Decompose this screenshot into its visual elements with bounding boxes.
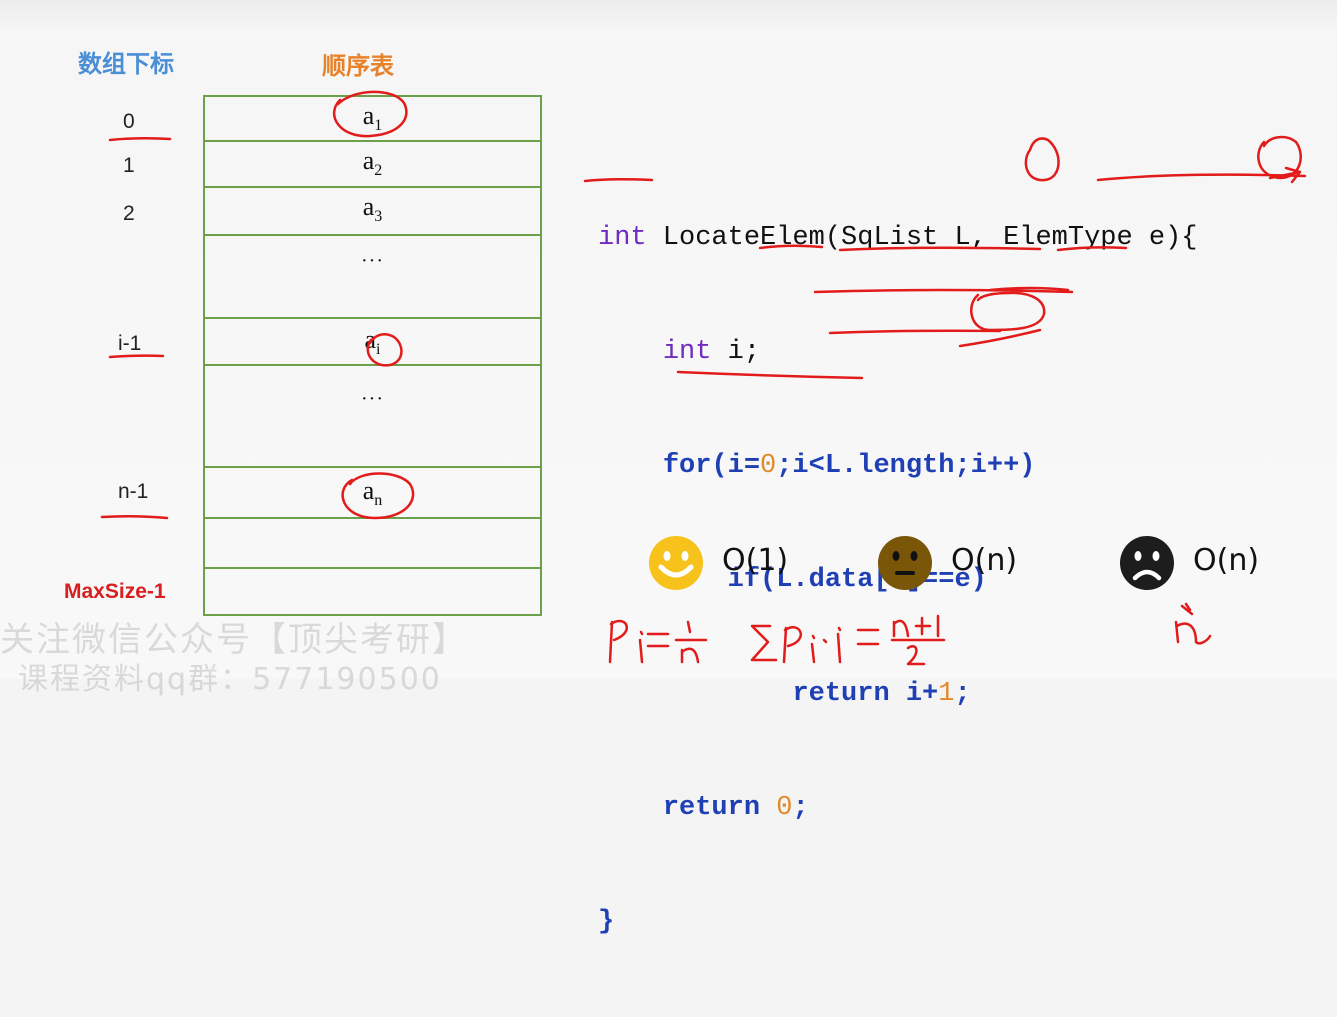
code-line: int LocateElem(SqList L, ElemType e){ bbox=[598, 223, 1198, 253]
table-row bbox=[203, 567, 542, 616]
table-row: ··· bbox=[203, 364, 542, 468]
code-line: return i+1; bbox=[792, 679, 971, 709]
table-row: ai bbox=[203, 317, 542, 366]
cell-value: ai bbox=[364, 325, 381, 359]
table-row: a3 bbox=[203, 186, 542, 236]
index-label: 0 bbox=[123, 110, 135, 133]
code-line: } bbox=[598, 907, 615, 937]
happy-face-icon bbox=[649, 536, 703, 590]
table-row bbox=[203, 517, 542, 569]
neutral-face-icon bbox=[878, 536, 932, 590]
ellipsis: ··· bbox=[361, 388, 384, 410]
table-row: a2 bbox=[203, 140, 542, 188]
index-label: 2 bbox=[123, 202, 135, 225]
code-line: int i; bbox=[662, 337, 761, 367]
index-label: i-1 bbox=[118, 332, 142, 355]
best-case-complexity: O(1) bbox=[722, 543, 789, 578]
ellipsis: ··· bbox=[361, 250, 384, 272]
cell-value: a2 bbox=[362, 146, 383, 180]
watermark-line: 课程资料qq群：577190500 bbox=[18, 662, 442, 697]
table-row: ··· bbox=[203, 234, 542, 319]
maxsize-label: MaxSize-1 bbox=[64, 580, 166, 603]
sequence-list-table: a1 a2 a3 ··· ai ··· an bbox=[203, 95, 546, 616]
worst-case-complexity: O(n) bbox=[1193, 543, 1260, 578]
code-line: for(i=0;i<L.length;i++) bbox=[662, 451, 1036, 481]
index-label: n-1 bbox=[118, 480, 149, 503]
code-line: return 0; bbox=[662, 793, 809, 823]
table-row: an bbox=[203, 466, 542, 519]
sad-face-icon bbox=[1120, 536, 1174, 590]
table-row: a1 bbox=[203, 95, 542, 142]
array-index-header: 数组下标 bbox=[78, 50, 174, 78]
index-label: 1 bbox=[123, 154, 135, 177]
cell-value: a3 bbox=[362, 192, 383, 226]
average-case-complexity: O(n) bbox=[951, 543, 1018, 578]
sequence-list-header: 顺序表 bbox=[322, 52, 394, 80]
cell-value: a1 bbox=[362, 101, 383, 135]
cell-value: an bbox=[362, 476, 383, 510]
slide: 数组下标 顺序表 0 1 2 i-1 n-1 MaxSize-1 a1 a2 a… bbox=[0, 0, 1337, 937]
